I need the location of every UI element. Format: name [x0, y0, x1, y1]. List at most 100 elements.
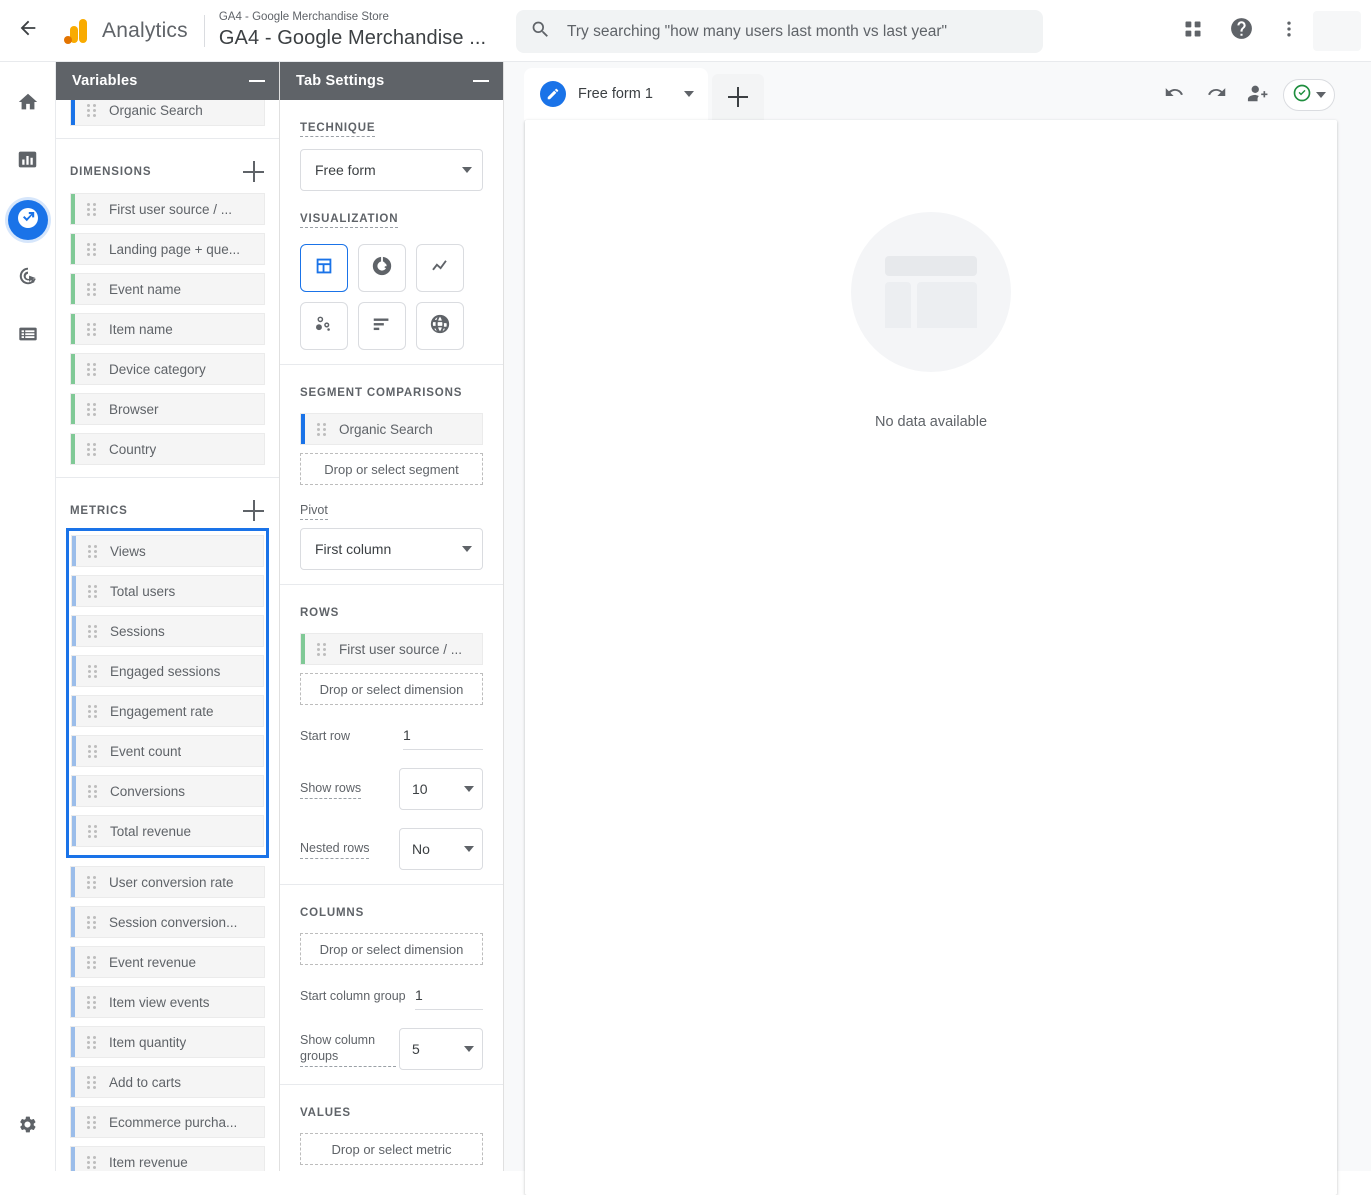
pivot-select[interactable]: First column [300, 528, 483, 570]
metric-chip[interactable]: Item quantity [70, 1026, 265, 1058]
drag-handle-icon[interactable] [87, 443, 99, 456]
viz-option-bar[interactable] [358, 302, 406, 350]
avatar[interactable] [1313, 11, 1361, 51]
viz-option-donut[interactable] [358, 244, 406, 292]
dimension-chip[interactable]: Item name [70, 313, 265, 345]
sidebar-item-reports[interactable] [8, 142, 48, 182]
drag-handle-icon[interactable] [88, 745, 100, 758]
add-tab-button[interactable] [712, 74, 764, 120]
minimize-icon[interactable] [249, 80, 265, 82]
metric-chip[interactable]: Total revenue [71, 815, 264, 847]
variables-scroll-area[interactable]: Organic Search DIMENSIONS First user sou… [56, 100, 279, 1171]
drag-handle-icon[interactable] [87, 916, 99, 929]
tab-free-form-1[interactable]: Free form 1 [524, 68, 708, 120]
drag-handle-icon[interactable] [87, 363, 99, 376]
columns-dropzone[interactable]: Drop or select dimension [300, 933, 483, 965]
dimension-chip[interactable]: First user source / ... [70, 193, 265, 225]
viz-option-geo[interactable] [416, 302, 464, 350]
rows-dropzone[interactable]: Drop or select dimension [300, 673, 483, 705]
metric-chip[interactable]: User conversion rate [70, 866, 265, 898]
save-status-button[interactable] [1283, 79, 1335, 111]
segment-dropzone[interactable]: Drop or select segment [300, 453, 483, 485]
search-input[interactable] [567, 23, 1029, 41]
chevron-down-icon[interactable] [1316, 92, 1326, 98]
metric-chip[interactable]: Event revenue [70, 946, 265, 978]
metric-chip[interactable]: Item revenue [70, 1146, 265, 1171]
drag-handle-icon[interactable] [88, 705, 100, 718]
list-item[interactable]: Organic Search [70, 100, 265, 126]
drag-handle-icon[interactable] [88, 585, 100, 598]
row-chip[interactable]: First user source / ... [300, 633, 483, 665]
share-button[interactable] [1241, 78, 1275, 112]
drag-handle-icon[interactable] [87, 1116, 99, 1129]
show-column-groups-select[interactable]: 5 [399, 1028, 483, 1070]
metric-chip[interactable]: Add to carts [70, 1066, 265, 1098]
more-options-button[interactable] [1265, 7, 1313, 55]
dimension-chip[interactable]: Landing page + que... [70, 233, 265, 265]
metric-chip[interactable]: Sessions [71, 615, 264, 647]
metric-chip[interactable]: Engaged sessions [71, 655, 264, 687]
drag-handle-icon[interactable] [87, 876, 99, 889]
undo-button[interactable] [1157, 78, 1191, 112]
metric-chip[interactable]: Ecommerce purcha... [70, 1106, 265, 1138]
start-row-input[interactable]: 1 [403, 723, 483, 750]
sidebar-item-home[interactable] [8, 84, 48, 124]
metric-chip[interactable]: Engagement rate [71, 695, 264, 727]
add-dimension-button[interactable] [243, 161, 265, 183]
start-column-group-input[interactable]: 1 [415, 983, 483, 1010]
drag-handle-icon[interactable] [87, 1036, 99, 1049]
drag-handle-icon[interactable] [88, 625, 100, 638]
drag-handle-icon[interactable] [87, 403, 99, 416]
redo-button[interactable] [1199, 78, 1233, 112]
account-selector[interactable]: GA4 - Google Merchandise Store GA4 - Goo… [219, 10, 486, 51]
drag-handle-icon[interactable] [317, 423, 329, 436]
drag-handle-icon[interactable] [87, 1156, 99, 1169]
apps-grid-button[interactable] [1169, 7, 1217, 55]
drag-handle-icon[interactable] [87, 104, 99, 117]
sidebar-item-configure[interactable] [8, 316, 48, 356]
dimension-chip[interactable]: Country [70, 433, 265, 465]
nested-rows-select[interactable]: No [399, 828, 483, 870]
metric-chip[interactable]: Views [71, 535, 264, 567]
drag-handle-icon[interactable] [317, 643, 329, 656]
drag-handle-icon[interactable] [87, 243, 99, 256]
help-button[interactable] [1217, 7, 1265, 55]
list-icon [17, 323, 39, 350]
drag-handle-icon[interactable] [87, 283, 99, 296]
back-button[interactable] [0, 0, 56, 62]
brand[interactable]: Analytics [56, 17, 188, 45]
drag-handle-icon[interactable] [87, 203, 99, 216]
chevron-down-icon[interactable] [684, 91, 694, 97]
values-dropzone[interactable]: Drop or select metric [300, 1133, 483, 1165]
dimension-chip[interactable]: Device category [70, 353, 265, 385]
drag-handle-icon[interactable] [88, 785, 100, 798]
chip-label: Landing page + que... [109, 242, 240, 257]
sidebar-item-advertising[interactable] [8, 258, 48, 298]
search-bar[interactable] [516, 10, 1043, 53]
drag-handle-icon[interactable] [87, 956, 99, 969]
drag-handle-icon[interactable] [88, 665, 100, 678]
sidebar-item-settings[interactable] [8, 1107, 48, 1147]
viz-option-table[interactable] [300, 244, 348, 292]
dimension-chip[interactable]: Browser [70, 393, 265, 425]
chip-accent [71, 1147, 75, 1171]
drag-handle-icon[interactable] [87, 1076, 99, 1089]
show-rows-select[interactable]: 10 [399, 768, 483, 810]
metric-chip[interactable]: Session conversion... [70, 906, 265, 938]
technique-select[interactable]: Free form [300, 149, 483, 191]
metric-chip[interactable]: Event count [71, 735, 264, 767]
dimension-chip[interactable]: Event name [70, 273, 265, 305]
metric-chip[interactable]: Total users [71, 575, 264, 607]
drag-handle-icon[interactable] [87, 323, 99, 336]
viz-option-scatter[interactable] [300, 302, 348, 350]
metric-chip[interactable]: Conversions [71, 775, 264, 807]
sidebar-item-explore[interactable] [8, 200, 48, 240]
viz-option-line[interactable] [416, 244, 464, 292]
minimize-icon[interactable] [473, 80, 489, 82]
add-metric-button[interactable] [243, 500, 265, 522]
drag-handle-icon[interactable] [88, 545, 100, 558]
segment-chip[interactable]: Organic Search [300, 413, 483, 445]
drag-handle-icon[interactable] [88, 825, 100, 838]
drag-handle-icon[interactable] [87, 996, 99, 1009]
metric-chip[interactable]: Item view events [70, 986, 265, 1018]
